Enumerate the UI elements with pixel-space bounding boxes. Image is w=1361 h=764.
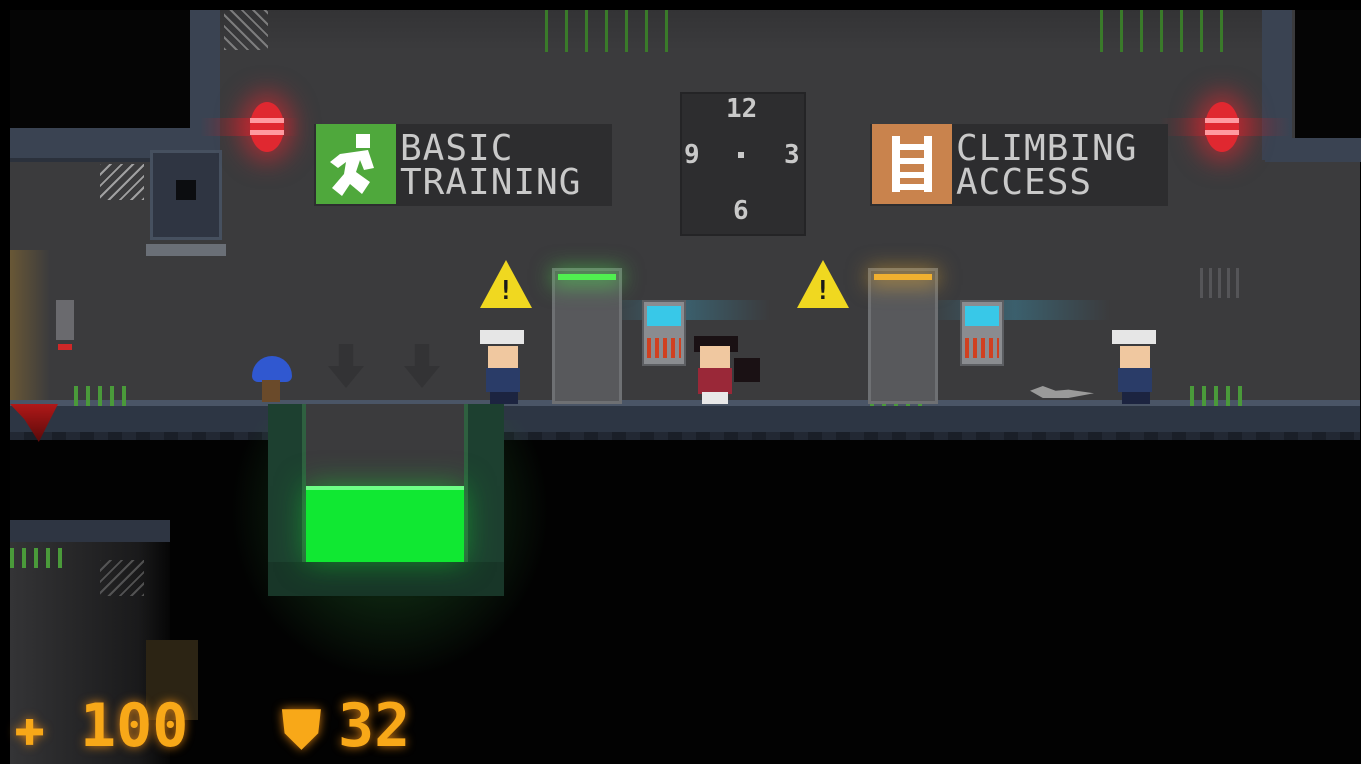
alarm-stripe <box>1205 130 1239 135</box>
clock-center <box>738 152 744 158</box>
ladder-icon <box>872 124 952 204</box>
vent-hole <box>176 180 196 200</box>
mushroom-stem <box>262 380 280 402</box>
player-legs <box>702 392 728 404</box>
player-face <box>700 346 730 368</box>
running-man-icon <box>316 124 396 204</box>
guard-legs <box>1122 392 1150 404</box>
guard-legs <box>490 392 518 404</box>
ladder-glyph <box>892 136 932 192</box>
player-ponytail <box>734 358 760 382</box>
vent-base <box>146 244 226 256</box>
alarm-stripe <box>250 130 284 135</box>
clock-numeral-3: 3 <box>784 140 800 170</box>
climbing-access-label: CLIMBING ACCESS <box>956 131 1137 203</box>
sign-line: ACCESS <box>956 162 1093 203</box>
keypad-buttons <box>647 338 681 358</box>
grass-tuft <box>1190 386 1250 406</box>
void-left-top <box>10 10 210 130</box>
guard-face <box>488 346 518 368</box>
guard-face <box>1120 346 1150 368</box>
grass-tuft <box>74 386 134 406</box>
armor-value: 32 <box>338 691 411 761</box>
hanging-vines <box>545 10 685 52</box>
tally-marks <box>1200 268 1244 298</box>
alarm-stripe <box>1205 118 1239 123</box>
cobweb <box>100 560 144 596</box>
hanging-vines <box>1100 10 1240 52</box>
guard-hat <box>480 330 524 344</box>
void-right-top <box>1295 10 1361 140</box>
keypad-screen <box>647 306 681 326</box>
ledge-right <box>1265 138 1361 162</box>
underground-void <box>10 440 1360 764</box>
player-body <box>698 368 732 394</box>
guard-body <box>1118 368 1152 392</box>
floor-bevel <box>10 432 1360 440</box>
door-light-beam <box>920 300 1110 320</box>
keypad-screen <box>965 306 999 326</box>
alarm-light-left <box>250 102 284 152</box>
acid-pool <box>306 486 464 562</box>
alarm-stripe <box>250 118 284 123</box>
health-cross-icon: ✚ <box>14 698 46 758</box>
wall-lever-base <box>58 344 72 350</box>
clock-numeral-6: 6 <box>733 196 749 226</box>
health-value: 100 <box>80 691 189 761</box>
game-viewport[interactable]: BASIC TRAINING CLIMBING ACCESS 12 9 3 6 … <box>0 0 1361 764</box>
alarm-light-right <box>1205 102 1239 152</box>
door-status-light-yellow <box>874 274 932 280</box>
keypad-buttons <box>965 338 999 358</box>
lower-left-ledge <box>10 520 170 542</box>
clock-numeral-12: 12 <box>726 94 758 124</box>
guard-body <box>486 368 520 392</box>
pit-bottom <box>268 562 504 596</box>
clock-numeral-9: 9 <box>684 140 700 170</box>
wall-lever[interactable] <box>56 300 74 340</box>
guard-hat <box>1112 330 1156 344</box>
grass-tuft <box>10 548 70 568</box>
sign-line: TRAINING <box>400 162 582 203</box>
cobweb <box>224 10 268 50</box>
warning-exclamation-icon: ! <box>498 276 514 306</box>
climbing-access-door[interactable] <box>868 268 938 404</box>
running-man-glyph <box>330 134 374 196</box>
basic-training-door[interactable] <box>552 268 622 404</box>
warning-exclamation-icon: ! <box>815 276 831 306</box>
basic-training-label: BASIC TRAINING <box>400 131 582 203</box>
pit-inner-wall <box>306 404 464 486</box>
cobweb <box>100 164 144 200</box>
armor-shield-icon: ⛊ <box>282 700 322 760</box>
door-status-light-green <box>558 274 616 280</box>
